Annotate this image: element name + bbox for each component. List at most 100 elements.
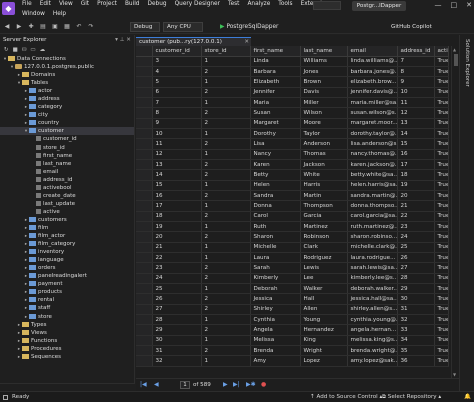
- row-header[interactable]: [136, 180, 153, 191]
- grid-cell[interactable]: Sarah: [250, 262, 301, 274]
- grid-cell[interactable]: dorothy.taylor@...: [347, 128, 398, 140]
- grid-cell[interactable]: 24: [397, 231, 435, 243]
- grid-cell[interactable]: 3: [152, 56, 202, 67]
- grid-cell[interactable]: 11: [152, 138, 202, 150]
- row-header[interactable]: [136, 335, 153, 347]
- grid-cell[interactable]: 1: [201, 200, 251, 212]
- grid-cell[interactable]: Lewis: [300, 262, 348, 274]
- grid-cell[interactable]: Ruth: [250, 221, 301, 233]
- column-header-store-id[interactable]: store_id: [201, 46, 251, 57]
- tree-node[interactable]: ▾ 127.0.0.1.postgres.public: [0, 63, 134, 71]
- grid-cell[interactable]: 29: [397, 283, 435, 295]
- grid-cell[interactable]: 14: [397, 128, 435, 140]
- grid-cell[interactable]: laura.rodrigue...: [347, 252, 398, 264]
- tree-node[interactable]: ▸ Functions: [0, 337, 134, 345]
- next-record-icon[interactable]: ▶: [223, 381, 228, 389]
- close-window-icon[interactable]: ✕: [466, 0, 472, 11]
- grid-cell[interactable]: 17: [152, 200, 202, 212]
- menu-item-test[interactable]: Test: [224, 0, 243, 9]
- grid-cell[interactable]: 35: [397, 345, 435, 357]
- solution-title[interactable]: Postgr...lDapper: [352, 1, 406, 11]
- grid-cell[interactable]: 19: [397, 180, 435, 191]
- grid-cell[interactable]: Harris: [300, 180, 348, 191]
- grid-cell[interactable]: Dorothy: [250, 128, 301, 140]
- grid-cell[interactable]: Rodriguez: [300, 252, 348, 264]
- grid-cell[interactable]: Martinez: [300, 221, 348, 233]
- grid-cell[interactable]: Maria: [250, 97, 301, 109]
- tree-node[interactable]: ▾ Tables: [0, 79, 134, 87]
- grid-cell[interactable]: Sharon: [250, 231, 301, 243]
- grid-cell[interactable]: margaret.moor...: [347, 118, 398, 129]
- grid-cell[interactable]: susan.wilson@s...: [347, 107, 398, 119]
- grid-cell[interactable]: Walker: [300, 283, 348, 295]
- grid-cell[interactable]: True: [434, 190, 449, 202]
- solution-explorer-tab[interactable]: Solution Explorer: [464, 39, 470, 87]
- row-header[interactable]: [136, 252, 153, 264]
- select-repository-button[interactable]: ⧉ Select Repository ▴: [382, 392, 441, 402]
- grid-cell[interactable]: sarah.lewis@sa...: [347, 262, 398, 274]
- grid-cell[interactable]: 28: [152, 314, 202, 326]
- grid-cell[interactable]: Laura: [250, 252, 301, 264]
- row-header[interactable]: [136, 262, 153, 274]
- grid-cell[interactable]: True: [434, 324, 449, 336]
- scroll-thumb[interactable]: [454, 54, 458, 66]
- grid-cell[interactable]: 13: [397, 118, 435, 129]
- grid-cell[interactable]: 22: [397, 211, 435, 223]
- save-all-icon[interactable]: ▦: [63, 23, 71, 31]
- save-icon[interactable]: ▣: [51, 23, 59, 31]
- grid-cell[interactable]: Anderson: [300, 138, 348, 150]
- grid-cell[interactable]: 1: [201, 149, 251, 160]
- menu-item-debug[interactable]: Debug: [144, 0, 171, 9]
- grid-cell[interactable]: Angela: [250, 324, 301, 336]
- row-header[interactable]: [136, 56, 153, 67]
- grid-cell[interactable]: 13: [152, 159, 202, 171]
- grid-cell[interactable]: ruth.martinez@...: [347, 221, 398, 233]
- grid-cell[interactable]: 15: [397, 138, 435, 150]
- forward-icon[interactable]: ▶: [15, 23, 23, 31]
- connect-database-icon[interactable]: ⛁: [22, 45, 27, 55]
- grid-cell[interactable]: Clark: [300, 242, 348, 254]
- table-row[interactable]: 42BarbaraJonesbarbara.jones@...8True: [136, 66, 449, 78]
- table-row[interactable]: 211MichelleClarkmichelle.clark@...25True: [136, 242, 449, 254]
- tree-node[interactable]: ▸ film_category: [0, 240, 134, 248]
- grid-cell[interactable]: Jennifer: [250, 87, 301, 98]
- grid-cell[interactable]: cynthia.young@...: [347, 314, 398, 326]
- grid-cell[interactable]: Betty: [250, 169, 301, 181]
- grid-cell[interactable]: True: [434, 138, 449, 150]
- grid-cell[interactable]: 20: [397, 190, 435, 202]
- tree-node[interactable]: create_date: [0, 192, 134, 200]
- grid-cell[interactable]: Robinson: [300, 231, 348, 243]
- grid-cell[interactable]: 15: [152, 180, 202, 191]
- table-row[interactable]: 62JenniferDavisjennifer.davis@...10True: [136, 87, 449, 98]
- grid-cell[interactable]: 2: [201, 231, 251, 243]
- menu-item-tools[interactable]: Tools: [274, 0, 296, 9]
- grid-cell[interactable]: 26: [397, 252, 435, 264]
- configuration-dropdown[interactable]: Debug: [130, 22, 160, 32]
- page-number-input[interactable]: 1: [180, 381, 190, 389]
- column-header-first-name[interactable]: first_name: [250, 46, 301, 57]
- vertical-scrollbar[interactable]: ▲ ▼: [451, 46, 459, 378]
- grid-cell[interactable]: 2: [201, 345, 251, 357]
- grid-cell[interactable]: elizabeth.brow...: [347, 76, 398, 88]
- table-row[interactable]: 272ShirleyAllenshirley.allen@s...31True: [136, 304, 449, 316]
- tree-node[interactable]: ▸ Procedures: [0, 345, 134, 353]
- grid-cell[interactable]: True: [434, 231, 449, 243]
- grid-cell[interactable]: 7: [397, 56, 435, 67]
- table-row[interactable]: 182CarolGarciacarol.garcia@sa...22True: [136, 211, 449, 223]
- table-row[interactable]: 281CynthiaYoungcynthia.young@...32True: [136, 314, 449, 326]
- grid-cell[interactable]: Donna: [250, 200, 301, 212]
- row-header[interactable]: [136, 242, 153, 254]
- grid-cell[interactable]: 7: [152, 97, 202, 109]
- grid-cell[interactable]: 16: [152, 190, 202, 202]
- grid-cell[interactable]: True: [434, 335, 449, 347]
- grid-cell[interactable]: 4: [152, 66, 202, 78]
- grid-cell[interactable]: True: [434, 283, 449, 295]
- table-row[interactable]: 112LisaAndersonlisa.anderson@s...15True: [136, 138, 449, 150]
- grid-cell[interactable]: True: [434, 56, 449, 67]
- connect-server-icon[interactable]: ▭: [30, 45, 35, 55]
- grid-cell[interactable]: True: [434, 345, 449, 357]
- grid-cell[interactable]: Williams: [300, 56, 348, 67]
- add-to-source-control-button[interactable]: ↑ Add to Source Control ▴: [310, 392, 382, 402]
- grid-cell[interactable]: karen.jackson@...: [347, 159, 398, 171]
- tree-node[interactable]: ▸ language: [0, 256, 134, 264]
